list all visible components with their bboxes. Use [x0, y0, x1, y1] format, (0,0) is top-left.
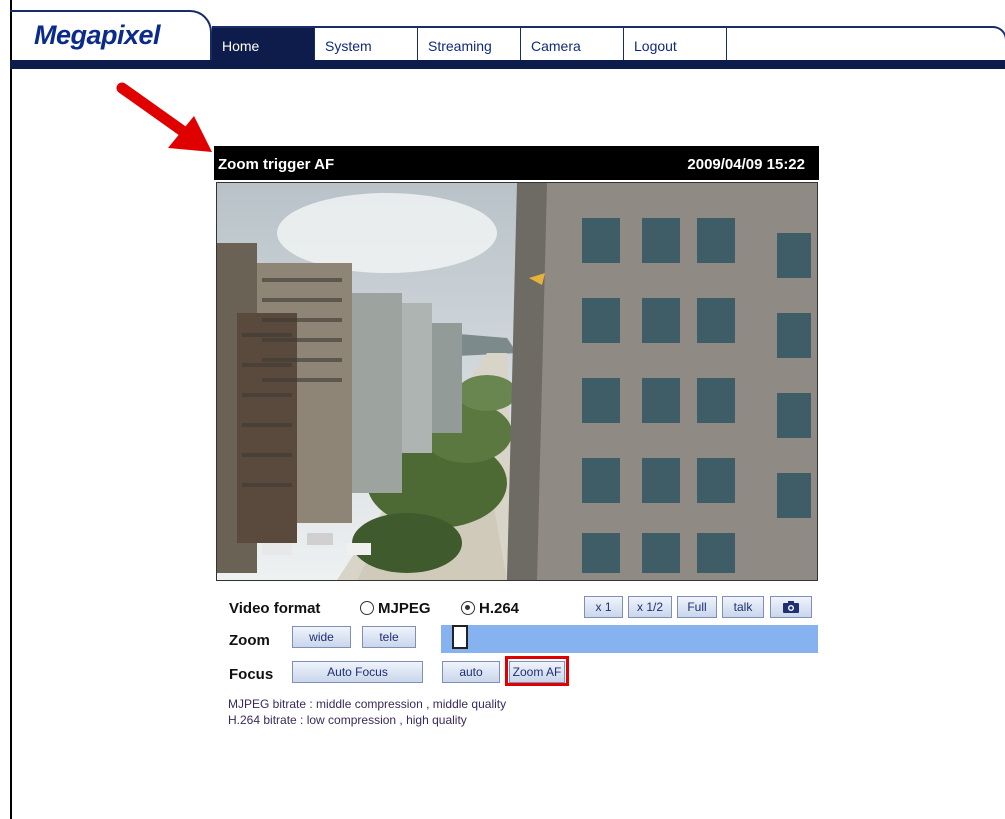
tab-streaming[interactable]: Streaming: [418, 28, 521, 62]
header-bar: [10, 60, 1005, 69]
h264-bitrate-text: H.264 bitrate : low compression , high q…: [228, 713, 467, 727]
zoom-x1-button[interactable]: x 1: [584, 596, 623, 618]
zoom-af-highlight: [505, 656, 569, 686]
focus-auto-button[interactable]: auto: [442, 661, 500, 683]
zoom-tele-button[interactable]: tele: [362, 626, 416, 648]
h264-radio[interactable]: [461, 601, 475, 615]
zoom-label: Zoom: [229, 632, 270, 649]
live-video[interactable]: [216, 182, 818, 581]
zoom-half-button[interactable]: x 1/2: [628, 596, 672, 618]
auto-focus-button[interactable]: Auto Focus: [292, 661, 423, 683]
talk-button[interactable]: talk: [722, 596, 764, 618]
tab-camera[interactable]: Camera: [521, 28, 624, 62]
brand-logo: Megapixel: [34, 20, 161, 50]
mjpeg-radio[interactable]: [360, 601, 374, 615]
h264-label: H.264: [479, 600, 520, 617]
focus-label: Focus: [229, 666, 274, 683]
video-timestamp: 2009/04/09 15:22: [687, 156, 805, 173]
main-nav: Home System Streaming Camera Logout: [212, 26, 1005, 62]
zoom-slider-track[interactable]: [441, 625, 818, 653]
live-video-frame: [217, 183, 817, 580]
video-caption: Zoom trigger AF: [218, 156, 335, 173]
tab-logout[interactable]: Logout: [624, 28, 727, 62]
fullscreen-button[interactable]: Full: [677, 596, 717, 618]
video-format-label: Video format: [229, 600, 321, 617]
mjpeg-label: MJPEG: [378, 600, 431, 617]
snapshot-button[interactable]: [770, 596, 812, 618]
video-title-bar: Zoom trigger AF 2009/04/09 15:22: [214, 146, 819, 180]
tab-home[interactable]: Home: [212, 28, 315, 62]
camera-icon: [783, 601, 799, 613]
mjpeg-bitrate-text: MJPEG bitrate : middle compression , mid…: [228, 697, 507, 711]
tab-system[interactable]: System: [315, 28, 418, 62]
zoom-slider-thumb[interactable]: [451, 625, 468, 649]
zoom-wide-button[interactable]: wide: [292, 626, 351, 648]
annotation-arrow-icon: [116, 82, 212, 152]
